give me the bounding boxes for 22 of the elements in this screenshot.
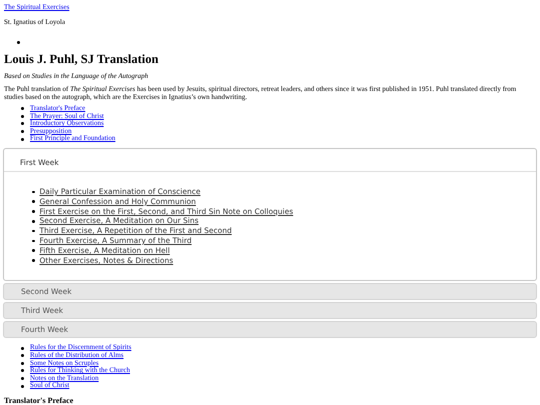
- bullet-icon: [32, 200, 34, 203]
- bullet-icon: [32, 249, 34, 252]
- bullet-icon: [21, 130, 24, 134]
- bullet-icon: [32, 210, 34, 213]
- bullet-icon: [32, 240, 34, 242]
- bullet-icon: [21, 114, 24, 118]
- bullet-icon: [21, 122, 24, 126]
- bullet-icon: [21, 377, 24, 380]
- bullet-icon: [32, 259, 34, 262]
- bullet-icon: [21, 354, 24, 358]
- bullet-icon: [21, 346, 24, 350]
- bullet-icon: [21, 362, 24, 365]
- bullet-icon: [17, 40, 20, 44]
- page-heading: Louis J. Puhl, SJ Translation: [4, 52, 158, 66]
- section-heading: Translator's Preface: [4, 396, 74, 405]
- bullet-icon: [21, 384, 24, 388]
- bullet-icon: [21, 138, 24, 141]
- bullet-icon: [32, 230, 34, 232]
- bullet-icon: [32, 190, 34, 194]
- bullet-icon: [32, 220, 34, 222]
- bullet-icon: [21, 107, 24, 110]
- bullet-icon: [21, 369, 24, 372]
